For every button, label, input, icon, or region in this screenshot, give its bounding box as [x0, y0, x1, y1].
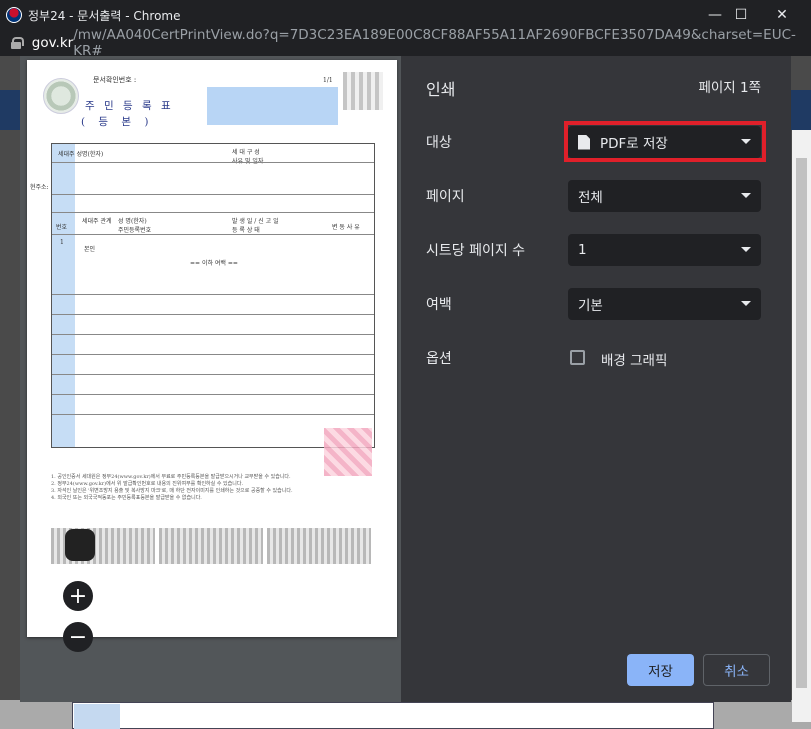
security-pattern-2 [159, 528, 263, 564]
zoom-in-button[interactable]: + [63, 581, 93, 611]
pages-value: 전체 [578, 190, 603, 206]
note-1: 1. 공인인증서 세대원은 정부24(www.gov.kr)에서 무료로 주민등… [51, 474, 291, 480]
chevron-down-icon [741, 247, 751, 252]
url-path: /mw/AA040CertPrintView.do?q=7D3C23EA189E… [73, 27, 796, 59]
government-seal-icon [43, 78, 79, 114]
pages-per-sheet-select[interactable]: 1 [568, 234, 761, 266]
col-name: 성 명(한자) 주민등록번호 [118, 218, 152, 234]
margins-select[interactable]: 기본 [568, 288, 761, 320]
doc-number-block [207, 87, 338, 125]
background-footer [0, 700, 811, 729]
note-2: 2. 정부24(www.gov.kr)에서 위 발급확인번호로 내용의 진위여부… [51, 481, 244, 487]
url-host: gov.kr [31, 35, 74, 51]
pages-per-sheet-label: 시트당 페이지 수 [426, 243, 526, 259]
doc-subtitle: ( 등 본 ) [81, 116, 154, 128]
preview-sheet: 문서확인번호 : 주 민 등 록 표 ( 등 본 ) 1/1 세대주 성명(한자… [27, 60, 397, 637]
doc-title: 주 민 등 록 표 [85, 100, 174, 112]
background-tab [74, 704, 120, 729]
table-left-column [52, 144, 75, 447]
note-4: 4. 외국인 또는 외국국적동포는 주민등록표등본을 발급받을 수 없습니다. [51, 495, 202, 501]
address-label: 현주소: [30, 184, 49, 191]
page-count: 페이지 1쪽 [698, 80, 761, 96]
security-mark-icon [65, 529, 95, 561]
page-scrollbar[interactable] [792, 130, 811, 722]
pages-label: 페이지 [426, 189, 465, 205]
cancel-button[interactable]: 취소 [703, 654, 770, 686]
register-table: 세대주 성명(한자) 세 대 구 성 사유 및 일자 현주소: 번호 세대주 관… [30, 143, 375, 448]
doc-notes: 1. 공인인증서 세대원은 정부24(www.gov.kr)에서 무료로 주민등… [51, 474, 371, 502]
blank-marker: == 이하 여백 == [190, 260, 238, 267]
browser-titlebar: 정부24 - 문서출력 - Chrome — ☐ ✕ [0, 0, 811, 30]
save-button[interactable]: 저장 [627, 654, 694, 686]
print-dialog: 문서확인번호 : 주 민 등 록 표 ( 등 본 ) 1/1 세대주 성명(한자… [20, 56, 791, 702]
background-graphics-label[interactable]: 배경 그래픽 [601, 349, 667, 369]
zoom-out-button[interactable]: − [63, 622, 93, 652]
background-box [72, 702, 714, 729]
doc-number-label: 문서확인번호 : [93, 76, 137, 84]
col-date: 발 생 일 / 신 고 일 등 록 상 태 [232, 218, 279, 234]
pages-select[interactable]: 전체 [568, 180, 761, 212]
print-preview: 문서확인번호 : 주 민 등 록 표 ( 등 본 ) 1/1 세대주 성명(한자… [20, 56, 401, 702]
chevron-down-icon [741, 193, 751, 198]
print-settings-panel: 인쇄 페이지 1쪽 대상 PDF로 저장 페이지 전체 시트당 페이지 수 1 … [401, 56, 791, 702]
col-reason: 변 동 사 유 [332, 224, 360, 231]
note-3: 3. 자석인 날인은 '위변조방지 용출 및 복사방지 마크'로, 매 하단 전… [51, 488, 293, 494]
destination-highlight [564, 121, 766, 162]
barcode-image [343, 72, 383, 110]
margins-label: 여백 [426, 297, 452, 313]
destination-label: 대상 [426, 135, 452, 151]
member-no: 1 [60, 239, 64, 246]
address-bar[interactable]: gov.kr/mw/AA040CertPrintView.do?q=7D3C23… [0, 27, 811, 59]
security-pattern-3 [267, 528, 371, 564]
pages-per-sheet-value: 1 [578, 242, 587, 258]
chevron-down-icon [741, 301, 751, 306]
background-graphics-checkbox[interactable] [570, 350, 585, 365]
scrollbar-thumb[interactable] [796, 158, 807, 688]
col-no: 번호 [56, 224, 68, 231]
print-header: 인쇄 [426, 80, 456, 99]
col-relation: 세대주 관계 [82, 218, 112, 225]
lock-icon [10, 37, 24, 49]
row-header-householder: 세대주 성명(한자) [58, 151, 104, 158]
member-relation: 본인 [84, 246, 96, 253]
window-title: 정부24 - 문서출력 - Chrome [28, 8, 181, 23]
margins-value: 기본 [578, 298, 603, 314]
gov24-logo-icon [6, 7, 22, 23]
official-stamp-image [324, 428, 372, 476]
options-label: 옵션 [426, 351, 452, 367]
maximize-button[interactable]: ☐ [723, 0, 759, 30]
doc-page-indicator: 1/1 [323, 77, 333, 84]
close-button[interactable]: ✕ [764, 0, 800, 30]
